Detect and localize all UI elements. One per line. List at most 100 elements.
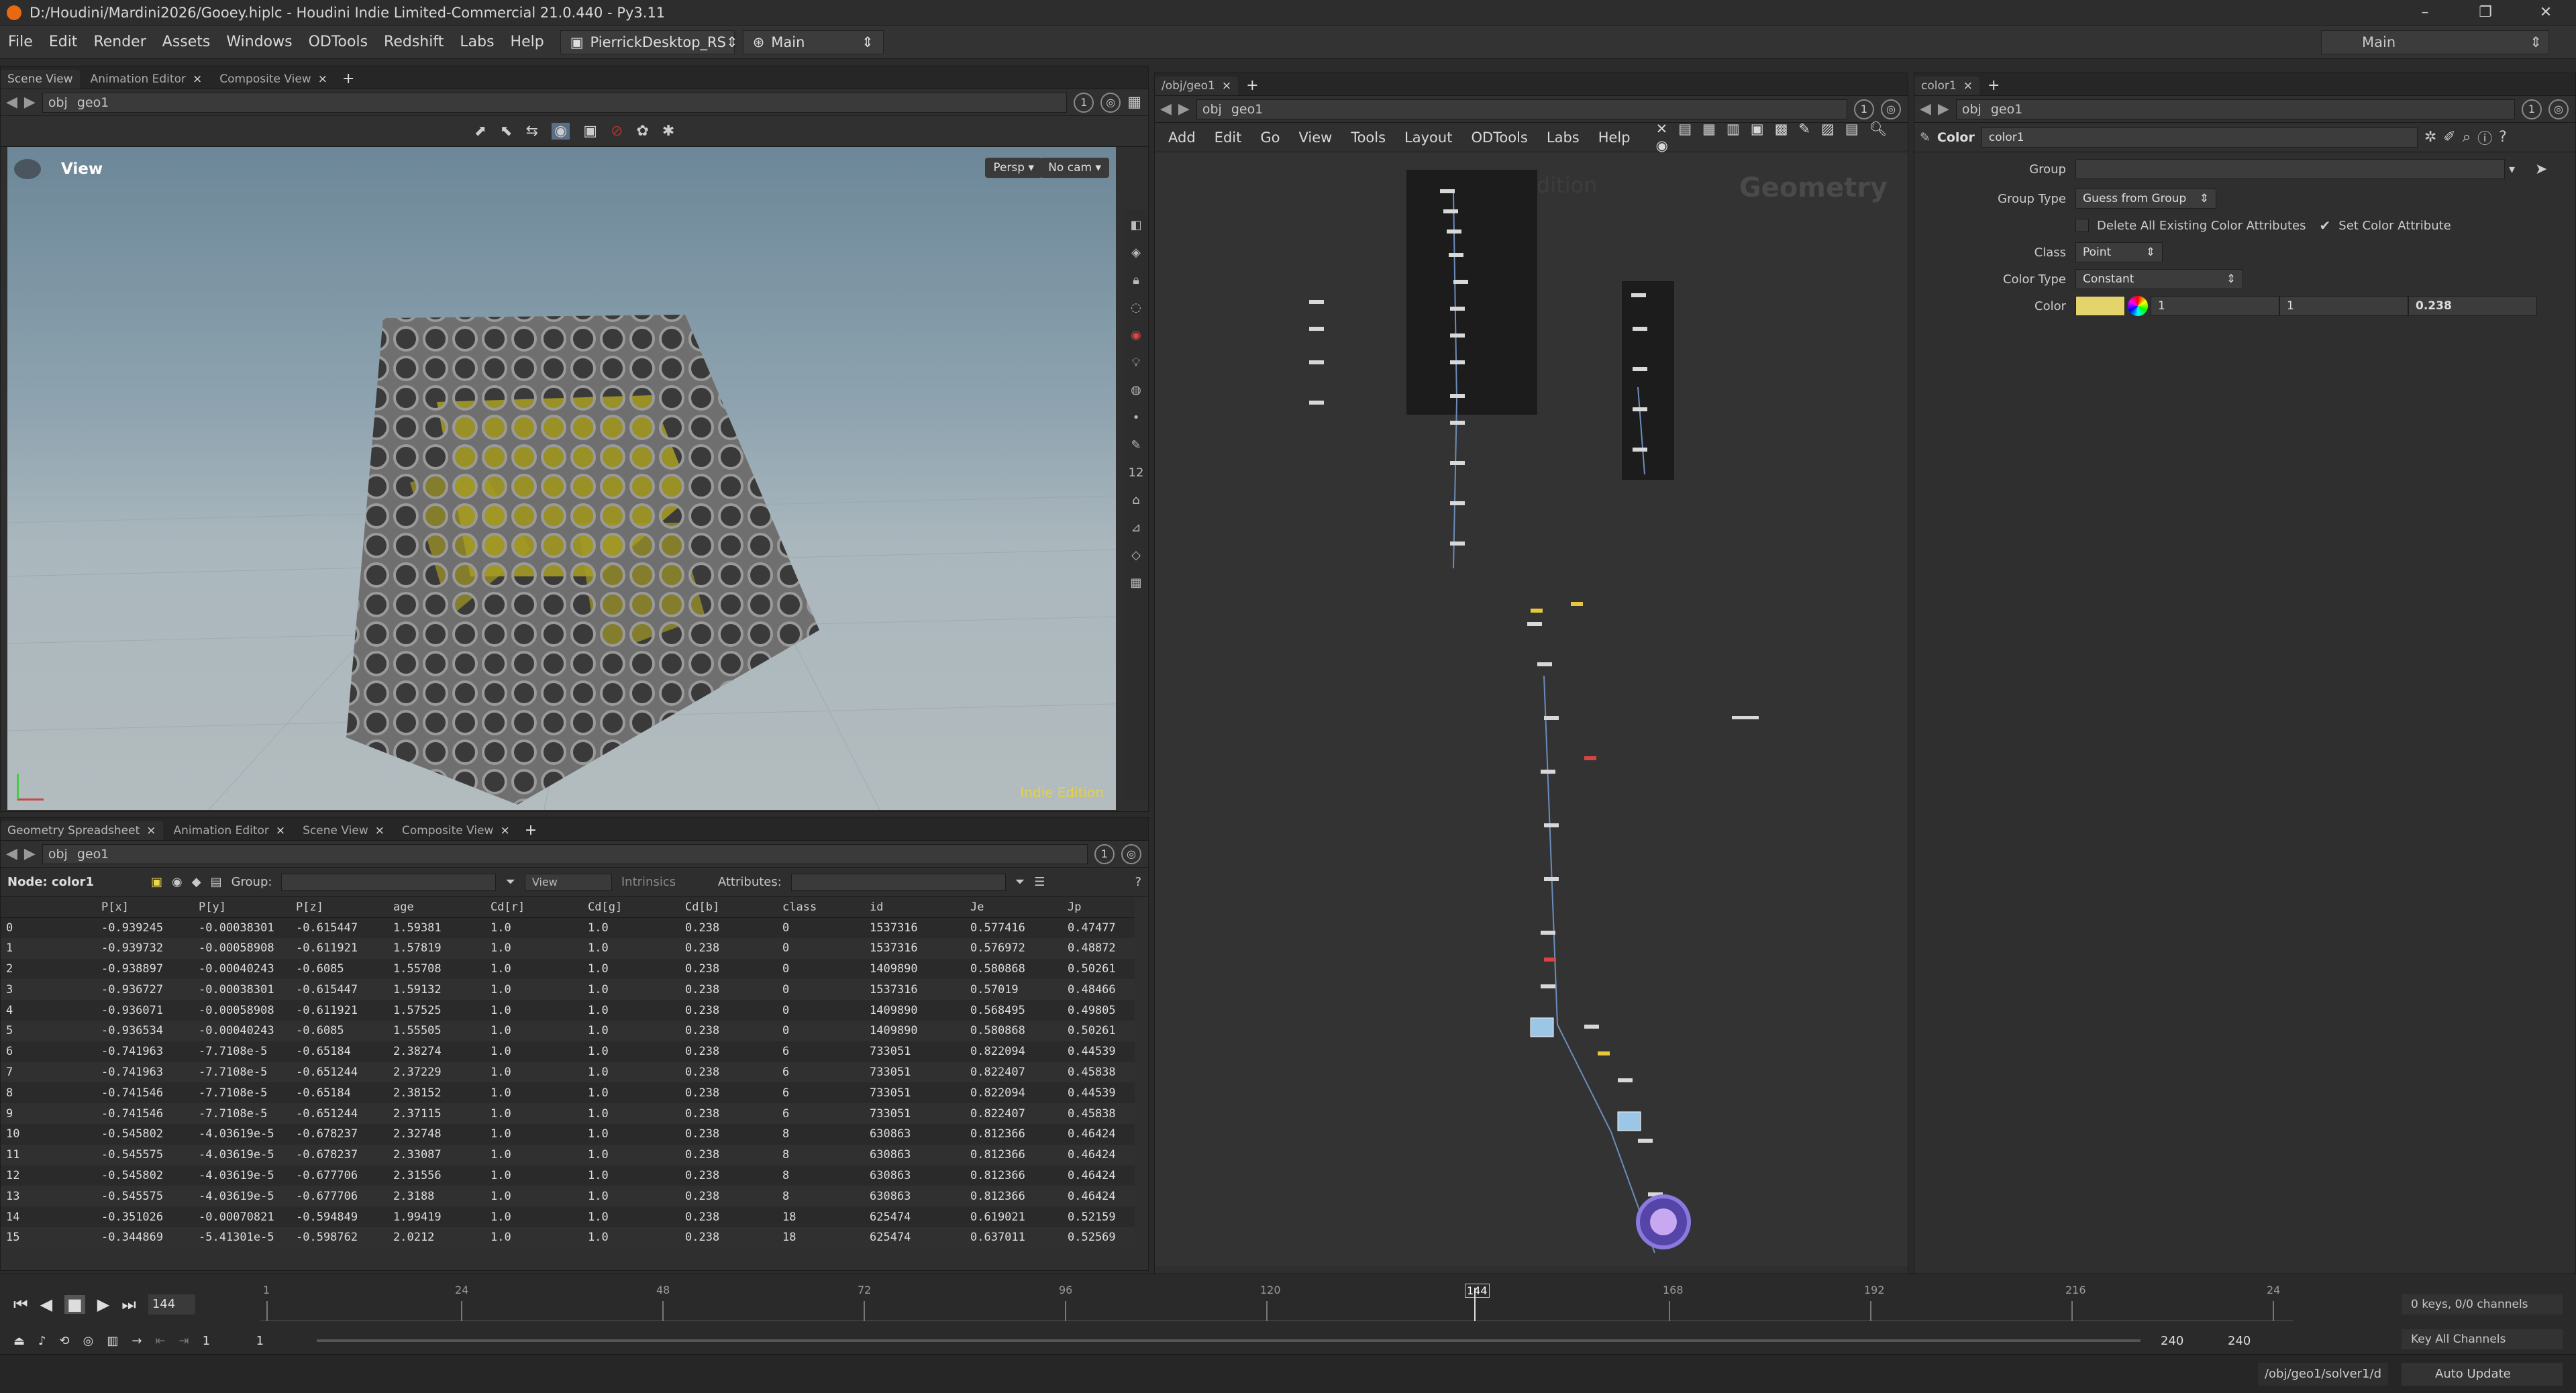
jump-end-icon[interactable]: ⏭: [121, 1295, 136, 1314]
set-color-checkbox[interactable]: ✔: [2320, 217, 2331, 234]
menu-assets[interactable]: Assets: [154, 34, 219, 50]
path-obj[interactable]: obj: [1962, 102, 1981, 117]
viewport-label[interactable]: View: [61, 160, 103, 178]
number-icon[interactable]: 12: [1129, 466, 1144, 480]
net-menu-add[interactable]: Add: [1168, 130, 1196, 146]
column-header[interactable]: [1, 897, 101, 918]
node-help-icon[interactable]: ?: [2499, 129, 2507, 146]
close-icon[interactable]: ×: [318, 70, 327, 89]
prev-key-icon[interactable]: ⇤: [155, 1334, 165, 1348]
close-icon[interactable]: ✕: [2516, 0, 2576, 25]
wire-icon[interactable]: ◇: [1131, 548, 1141, 562]
delete-attr-checkbox[interactable]: [2075, 219, 2089, 232]
desktop-selector[interactable]: ▣ PierrickDesktop_RS ⇕: [560, 30, 738, 54]
path-geo1[interactable]: geo1: [1231, 102, 1263, 117]
start-frame-field-2[interactable]: 1: [256, 1334, 297, 1348]
table-row[interactable]: 14 -0.351026 -0.00070821 -0.594849 1.99419 1.…: [1, 1206, 1135, 1227]
sync-icon[interactable]: ◎: [83, 1334, 94, 1348]
tab-network-geo1[interactable]: /obj/geo1 ×: [1155, 76, 1239, 95]
param-path[interactable]: obj geo1: [1955, 99, 2515, 119]
tab-scene-view[interactable]: Scene View ×: [296, 821, 391, 840]
close-icon[interactable]: ×: [276, 821, 285, 840]
column-header[interactable]: P[z]: [296, 897, 393, 918]
color-r-field[interactable]: 1: [2151, 296, 2279, 316]
list-icon[interactable]: ☰: [1034, 875, 1045, 889]
table-row[interactable]: 13 -0.545575 -4.03619e-5 -0.677706 2.3188 1.0…: [1, 1186, 1135, 1207]
pose-tool-icon[interactable]: ▣: [583, 123, 597, 140]
table-row[interactable]: 3 -0.936727 -0.00038301 -0.615447 1.59132 1.0…: [1, 979, 1135, 1000]
attributes-filter-input[interactable]: [790, 873, 1006, 891]
loop-icon[interactable]: ⟲: [60, 1334, 70, 1348]
forward-arrow-icon[interactable]: ▶: [1938, 101, 1949, 117]
path-geo1[interactable]: geo1: [77, 95, 109, 110]
column-header[interactable]: Jp: [1068, 897, 1135, 918]
close-icon[interactable]: ×: [146, 821, 156, 840]
menu-labs[interactable]: Labs: [452, 34, 502, 50]
auto-update-button[interactable]: Auto Update: [2402, 1363, 2563, 1386]
tab-composite-view[interactable]: Composite View ×: [213, 70, 334, 89]
detail-mode-icon[interactable]: ▤: [211, 875, 222, 889]
spreadsheet-path[interactable]: obj geo1: [42, 843, 1088, 864]
table-row[interactable]: 11 -0.545575 -4.03619e-5 -0.678237 2.33087 1.…: [1, 1144, 1135, 1166]
filter-icon[interactable]: ⏷: [1015, 875, 1025, 889]
audio-icon[interactable]: ♪: [38, 1334, 46, 1348]
tab-geometry-spreadsheet[interactable]: Geometry Spreadsheet ×: [1, 821, 163, 840]
table-row[interactable]: 5 -0.936534 -0.00040243 -0.6085 1.55505 1.0 1.…: [1, 1020, 1135, 1041]
stop-icon[interactable]: ■: [64, 1295, 85, 1314]
range-icon[interactable]: ▥: [107, 1334, 118, 1348]
node-brush-icon[interactable]: ✐: [2443, 129, 2455, 146]
bulb-icon[interactable]: 💡︎: [1132, 356, 1141, 370]
camera-menu[interactable]: No cam ▾: [1040, 158, 1109, 178]
point-icon[interactable]: •: [1133, 411, 1140, 425]
class-dropdown[interactable]: Point ⇕: [2075, 242, 2163, 262]
column-header[interactable]: P[x]: [101, 897, 199, 918]
step-back-icon[interactable]: ◀: [40, 1295, 52, 1314]
camera-icon[interactable]: ◉: [1131, 328, 1141, 342]
path-geo1[interactable]: geo1: [77, 847, 109, 862]
net-menu-tools[interactable]: Tools: [1351, 130, 1386, 146]
menu-render[interactable]: Render: [85, 34, 154, 50]
minimize-icon[interactable]: –: [2395, 0, 2455, 25]
end-frame-field[interactable]: 240: [2161, 1334, 2214, 1348]
filter-icon[interactable]: ⏷: [505, 875, 515, 889]
table-row[interactable]: 1 -0.939732 -0.00058908 -0.611921 1.57819 1.0…: [1, 937, 1135, 959]
menu-windows[interactable]: Windows: [218, 34, 300, 50]
end-frame-field-2[interactable]: 240: [2228, 1334, 2281, 1348]
brush-icon[interactable]: ✎: [1131, 438, 1141, 452]
table-row[interactable]: 12 -0.545802 -4.03619e-5 -0.677706 2.31556 1.…: [1, 1165, 1135, 1186]
close-icon[interactable]: ×: [500, 821, 509, 840]
close-icon[interactable]: ×: [375, 821, 384, 840]
network-tools-icon[interactable]: ✕▤▦▥▣▩✎▨▤🔍︎◉: [1656, 121, 1908, 154]
table-row[interactable]: 4 -0.936071 -0.00058908 -0.611921 1.57525 1.0…: [1, 1000, 1135, 1021]
viewer-path[interactable]: obj geo1: [42, 92, 1068, 113]
color-wheel-icon[interactable]: [2128, 296, 2148, 316]
tab-scene-view[interactable]: Scene View: [1, 70, 80, 89]
menu-edit[interactable]: Edit: [41, 34, 86, 50]
3d-viewport[interactable]: View Persp ▾ No cam ▾ Indie Edition: [7, 147, 1116, 810]
vertices-mode-icon[interactable]: ◉: [172, 875, 183, 889]
handle-tool-icon[interactable]: ⇆: [526, 123, 538, 140]
forward-arrow-icon[interactable]: ▶: [1178, 101, 1190, 117]
key-icon[interactable]: →: [132, 1334, 142, 1348]
primitives-mode-icon[interactable]: ◆: [192, 875, 201, 889]
start-frame-field[interactable]: 1: [203, 1334, 243, 1348]
right-desktop-selector[interactable]: Main ⇕: [2321, 30, 2549, 54]
net-menu-odtools[interactable]: ODTools: [1471, 130, 1527, 146]
column-header[interactable]: Cd[r]: [491, 897, 588, 918]
group-filter-input[interactable]: [281, 873, 497, 891]
color-swatch[interactable]: [2075, 296, 2125, 316]
link-icon[interactable]: ◎: [1100, 92, 1121, 113]
realtime-icon[interactable]: ⏏: [13, 1334, 25, 1348]
display-options-icon[interactable]: ◧: [1130, 218, 1141, 232]
path-geo1[interactable]: geo1: [1991, 102, 2022, 117]
net-menu-labs[interactable]: Labs: [1547, 130, 1580, 146]
maximize-icon[interactable]: ❐: [2455, 0, 2516, 25]
node-search-icon[interactable]: ⌕: [2463, 129, 2471, 146]
network-selector[interactable]: ⊛ Main ⇕: [742, 30, 884, 54]
lock-icon[interactable]: 🔒︎: [1133, 273, 1139, 287]
intrinsics-toggle[interactable]: Intrinsics: [621, 875, 709, 889]
render-region-icon[interactable]: ⊘: [611, 123, 623, 140]
chevron-down-icon[interactable]: ▾: [2509, 162, 2515, 176]
pin-icon[interactable]: 1: [1094, 843, 1115, 864]
table-row[interactable]: 6 -0.741963 -7.7108e-5 -0.65184 2.38274 1.0 1.…: [1, 1041, 1135, 1062]
